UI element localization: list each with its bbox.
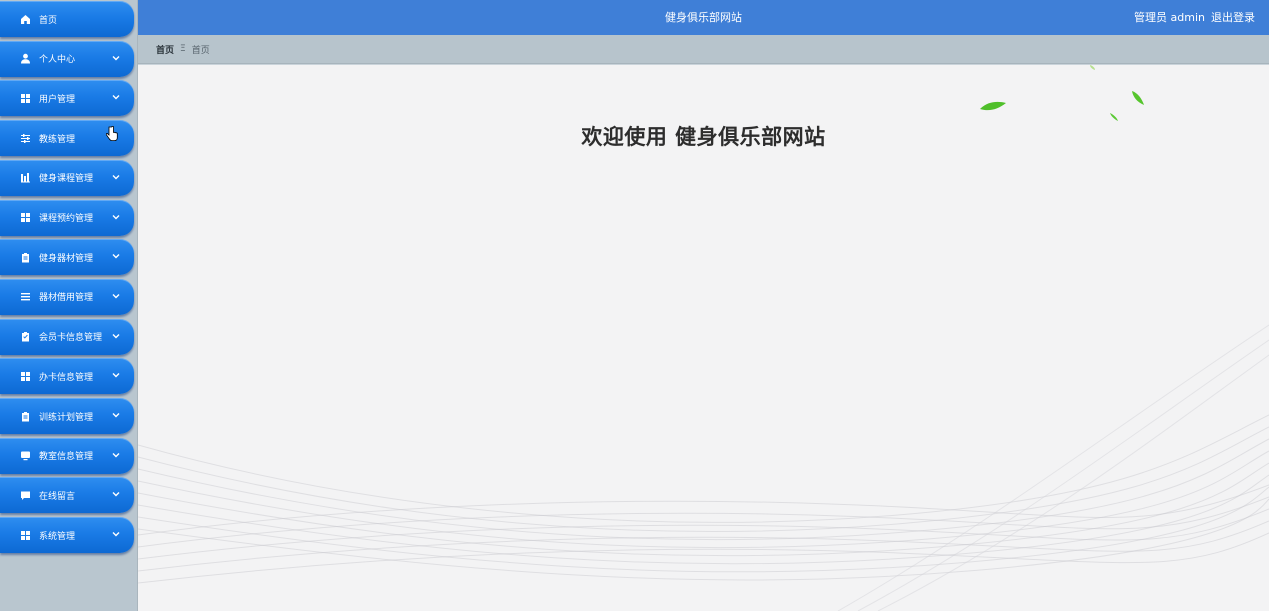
user-icon [20, 53, 31, 64]
breadcrumb-home-link[interactable]: 首页 [156, 43, 174, 56]
sidebar-item-11[interactable]: 训练计划管理 [0, 398, 134, 434]
sliders-icon [20, 133, 31, 144]
chevron-down-icon [112, 371, 120, 379]
sidebar-item-1[interactable]: 首页 [0, 1, 134, 37]
sidebar-item-label: 健身课程管理 [39, 174, 94, 185]
main-content: 欢迎使用 健身俱乐部网站 [138, 65, 1269, 611]
leaf-decoration-3 [1110, 113, 1118, 121]
chevron-down-icon [112, 292, 120, 300]
breadcrumb-separator: Ξ [180, 44, 186, 54]
logout-link[interactable]: 退出登录 [1211, 0, 1255, 35]
clipboard-icon [20, 252, 31, 263]
welcome-heading: 欢迎使用 健身俱乐部网站 [581, 125, 826, 149]
mouse-pointer-icon [106, 126, 118, 141]
home-icon [20, 14, 31, 25]
sidebar-item-13[interactable]: 在线留言 [0, 477, 134, 514]
site-title: 健身俱乐部网站 [665, 11, 742, 24]
grid-icon [20, 371, 31, 382]
sidebar-item-label: 教室信息管理 [39, 452, 94, 463]
admin-user-link[interactable]: 管理员 admin [1134, 0, 1205, 35]
leaf-decoration-1 [980, 101, 1006, 111]
bar-chart-icon [20, 172, 31, 183]
grid-icon [20, 93, 31, 104]
sidebar-item-2[interactable]: 个人中心 [0, 40, 134, 77]
sidebar-item-7[interactable]: 健身器材管理 [0, 239, 134, 276]
chevron-down-icon [112, 530, 120, 538]
sidebar-item-label: 器材借用管理 [39, 293, 94, 304]
header-user-area: 管理员 admin 退出登录 [1134, 0, 1255, 35]
top-header: 健身俱乐部网站 管理员 admin 退出登录 [138, 0, 1269, 35]
sidebar-item-14[interactable]: 系统管理 [0, 517, 134, 554]
chevron-down-icon [112, 173, 120, 181]
monitor-icon [20, 450, 31, 461]
sidebar-item-label: 课程预约管理 [39, 214, 94, 224]
breadcrumb-current: 首页 [191, 45, 210, 56]
clipboard-check-icon [20, 331, 31, 342]
sidebar-item-label: 用户管理 [39, 94, 76, 105]
leaf-decoration-2 [1132, 91, 1144, 105]
chevron-down-icon [112, 490, 120, 498]
chevron-down-icon [112, 332, 120, 340]
sidebar-item-8[interactable]: 器材借用管理 [0, 278, 134, 315]
sidebar-item-label: 会员卡信息管理 [39, 333, 103, 344]
sidebar-item-label: 首页 [39, 15, 58, 26]
list-icon [20, 291, 31, 302]
grid-icon [20, 530, 31, 541]
grid-icon [20, 212, 31, 223]
chevron-down-icon [112, 213, 120, 221]
sidebar-item-label: 办卡信息管理 [39, 372, 94, 383]
breadcrumb: 首页 Ξ 首页 [138, 35, 1269, 64]
message-icon [20, 490, 31, 501]
sidebar-item-label: 训练计划管理 [39, 412, 94, 423]
sidebar-item-label: 个人中心 [39, 55, 76, 66]
sidebar-item-6[interactable]: 课程预约管理 [0, 199, 134, 236]
sidebar-item-3[interactable]: 用户管理 [0, 80, 134, 117]
chevron-down-icon [112, 411, 120, 419]
chevron-down-icon [112, 252, 120, 260]
leaf-decoration-4 [1090, 65, 1095, 70]
sidebar: 首页个人中心用户管理教练管理健身课程管理 课程预约管理 健身器材管理 器材借用管理 会员… [0, 0, 138, 611]
chevron-down-icon [112, 451, 120, 459]
sidebar-item-label: 教练管理 [39, 134, 76, 145]
chevron-down-icon [112, 93, 120, 101]
sidebar-item-label: 系统管理 [39, 531, 76, 542]
chevron-down-icon [112, 54, 120, 62]
sidebar-item-12[interactable]: 教室信息管理 [0, 437, 134, 474]
sidebar-item-9[interactable]: 会员卡信息管理 [0, 318, 134, 355]
sidebar-item-label: 健身器材管理 [39, 253, 94, 264]
clipboard-icon [20, 411, 31, 422]
sidebar-item-5[interactable]: 健身课程管理 [0, 159, 134, 196]
sidebar-item-label: 在线留言 [39, 491, 76, 502]
sidebar-item-10[interactable]: 办卡信息管理 [0, 358, 134, 395]
